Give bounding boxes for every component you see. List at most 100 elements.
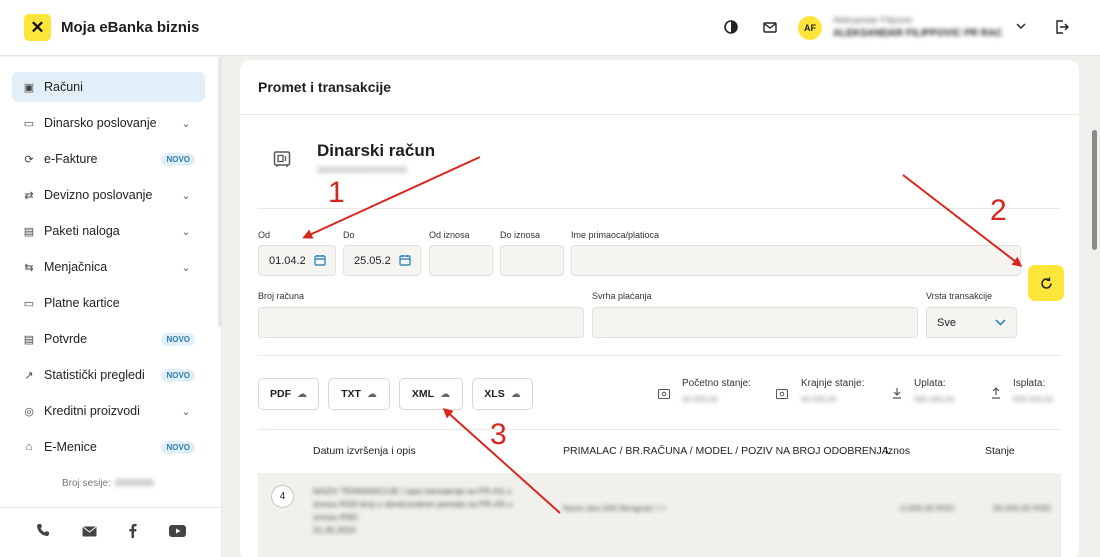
document-icon: ▤ — [23, 333, 35, 346]
sidebar-item-label: Statistički pregledi — [44, 368, 145, 382]
sidebar-item-label: Menjačnica — [44, 260, 108, 274]
main-scrollbar-thumb[interactable] — [1092, 130, 1097, 250]
column-header-stanje[interactable]: Stanje — [985, 445, 1015, 457]
sidebar-footer — [0, 507, 222, 557]
panel-header: Promet i transakcije — [240, 60, 1079, 115]
do-iznosa-field[interactable] — [500, 245, 564, 276]
bank-logo[interactable]: ✕ — [24, 14, 51, 41]
avatar[interactable]: AF — [798, 16, 822, 40]
do-date-field[interactable]: 25.05.2 — [343, 245, 421, 276]
sidebar-item-potvrde[interactable]: ▤ Potvrde NOVO — [12, 324, 205, 354]
pocetno-value: 00.000,00 — [682, 395, 718, 404]
chevron-down-icon[interactable]: ⌄ — [179, 405, 193, 418]
broj-racuna-label: Broj računa — [258, 291, 305, 301]
sidebar-scrollbar[interactable] — [218, 57, 222, 327]
chart-icon: ↗ — [24, 369, 34, 382]
sidebar-item-label: Potvrde — [44, 332, 88, 346]
broj-racuna-field[interactable] — [258, 307, 584, 338]
od-date-value: 01.04.2 — [269, 254, 306, 267]
ime-label: Ime primaoca/platioca — [571, 230, 660, 240]
chevron-down-icon[interactable]: ⌄ — [179, 225, 193, 238]
krajnje-value: 00.000,00 — [801, 395, 837, 404]
row-receiver: Naziv doo 000 Beograd / / / — [563, 503, 667, 513]
sidebar-item-kreditni-proizvodi[interactable]: ◎ Kreditni proizvodi ⌄ — [12, 396, 205, 426]
xls-download-button[interactable]: XLS ☁ — [472, 378, 533, 410]
calendar-icon[interactable] — [399, 254, 411, 266]
deposit-icon — [892, 386, 904, 399]
chevron-down-icon[interactable]: ⌄ — [179, 117, 193, 130]
main-panel: Promet i transakcije Dinarski račun 2650… — [240, 60, 1079, 557]
calendar-icon[interactable] — [314, 254, 326, 266]
vrsta-label: Vrsta transakcije — [926, 291, 993, 301]
sidebar-item-menjacnica[interactable]: ⇆ Menjačnica ⌄ — [12, 252, 205, 282]
vrsta-value: Sve — [937, 316, 956, 329]
column-header-primalac[interactable]: PRIMALAC / BR.RAČUNA / MODEL / POZIV NA … — [563, 445, 889, 457]
user-menu-chevron-icon[interactable] — [1012, 17, 1030, 35]
do-date-value: 25.05.2 — [354, 254, 391, 267]
column-header-iznos[interactable]: Iznos — [885, 445, 910, 457]
divider — [258, 208, 1061, 209]
sidebar-item-platne-kartice[interactable]: ▭ Platne kartice — [12, 288, 205, 318]
logout-icon[interactable] — [1053, 18, 1071, 36]
package-icon: ▤ — [23, 225, 35, 238]
svrha-placanja-field[interactable] — [592, 307, 918, 338]
pdf-download-button[interactable]: PDF ☁ — [258, 378, 319, 410]
accounts-icon: ▣ — [23, 81, 35, 94]
sidebar-item-dinarsko-poslovanje[interactable]: ▭ Dinarsko poslovanje ⌄ — [12, 108, 205, 138]
od-iznosa-label: Od iznosa — [429, 230, 470, 240]
txt-label: TXT — [341, 388, 361, 400]
pdf-label: PDF — [270, 388, 291, 400]
xls-label: XLS — [484, 388, 505, 400]
sidebar-item-label: Paketi naloga — [44, 224, 120, 238]
new-badge: NOVO — [161, 332, 195, 346]
mail-icon[interactable] — [82, 524, 97, 542]
new-badge: NOVO — [161, 152, 195, 166]
new-badge: NOVO — [161, 440, 195, 454]
sidebar-item-statisticki-pregledi[interactable]: ↗ Statistički pregledi NOVO — [12, 360, 205, 390]
sidebar-item-label: Devizno poslovanje — [44, 188, 153, 202]
account-icon — [273, 150, 291, 168]
account-number: 265000000000000000 — [317, 165, 408, 175]
top-header: ✕ Moja eBanka biznis AF Aleksandar Filip… — [0, 0, 1100, 56]
wallet-icon — [776, 386, 788, 399]
currency-exchange-icon: ⇆ — [24, 261, 34, 274]
column-header-datum[interactable]: Datum izvršenja i opis — [313, 445, 416, 457]
cloud-download-icon: ☁ — [440, 388, 451, 400]
uplata-value: 000.000,00 — [914, 395, 955, 404]
cloud-download-icon: ☁ — [297, 388, 307, 400]
isplata-label: Isplata: — [1013, 378, 1046, 389]
sidebar-item-paketi-naloga[interactable]: ▤ Paketi naloga ⌄ — [12, 216, 205, 246]
sidebar-item-label: Kreditni proizvodi — [44, 404, 140, 418]
vrsta-transakcije-select[interactable]: Sve — [926, 307, 1017, 338]
sidebar-item-e-menice[interactable]: ⌂ E-Menice NOVO — [12, 432, 205, 462]
chevron-down-icon[interactable]: ⌄ — [179, 261, 193, 274]
phone-icon[interactable] — [36, 523, 50, 542]
pocetno-label: Početno stanje: — [682, 378, 751, 389]
user-info[interactable]: Aleksandar Filipovic ALEKSANDAR FILIPPOV… — [833, 15, 1003, 39]
cloud-download-icon: ☁ — [510, 388, 521, 400]
facebook-icon[interactable] — [128, 523, 137, 543]
ime-primaoca-field[interactable] — [571, 245, 1021, 276]
bill-icon: ⌂ — [25, 441, 33, 453]
annotation-number-1: 1 — [328, 176, 345, 209]
mail-icon[interactable] — [761, 18, 779, 36]
contrast-icon[interactable] — [722, 18, 740, 36]
chevron-down-icon[interactable]: ⌄ — [179, 189, 193, 202]
do-iznosa-label: Do iznosa — [500, 230, 541, 240]
session-value: 0000000 — [114, 478, 154, 489]
xml-download-button[interactable]: XML ☁ — [399, 378, 463, 410]
sidebar-item-label: Računi — [44, 80, 83, 94]
sidebar-item-racuni[interactable]: ▣ Računi — [12, 72, 205, 102]
txt-download-button[interactable]: TXT ☁ — [328, 378, 390, 410]
od-label: Od — [258, 230, 271, 240]
od-iznosa-field[interactable] — [429, 245, 493, 276]
sidebar-item-e-fakture[interactable]: ⟳ e-Fakture NOVO — [12, 144, 205, 174]
session-info: Broj sesije: 0000000 — [62, 478, 154, 489]
sidebar-item-devizno-poslovanje[interactable]: ⇄ Devizno poslovanje ⌄ — [12, 180, 205, 210]
wallet-icon: ▭ — [23, 117, 35, 130]
refresh-button[interactable] — [1028, 265, 1064, 301]
sidebar-item-label: E-Menice — [44, 440, 97, 454]
table-row[interactable]: 4 NAZIV TRANSAKCIJE / opis transakcije s… — [258, 473, 1061, 557]
youtube-icon[interactable] — [169, 524, 187, 542]
od-date-field[interactable]: 01.04.2 — [258, 245, 336, 276]
